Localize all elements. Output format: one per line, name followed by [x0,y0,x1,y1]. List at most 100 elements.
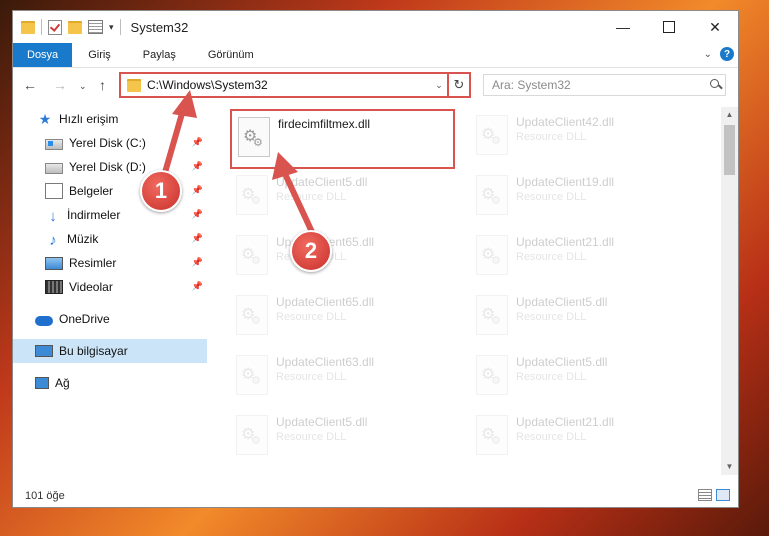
pin-icon[interactable]: 📌 [192,185,203,196]
sidebar-item-label: Müzik [67,232,99,246]
pictures-icon [45,256,63,270]
file-name: UpdateClient63.dll [276,355,375,369]
file-tile[interactable]: UpdateClient5.dll Resource DLL [470,289,695,349]
dll-file-icon [476,355,508,395]
file-tile[interactable]: UpdateClient19.dll Resource DLL [470,169,695,229]
file-tile[interactable]: UpdateClient65.dllResource DLL [230,289,455,349]
file-list: firdecimfiltmex.dll UpdateClient42.dll Re… [208,105,720,471]
file-tile-target[interactable]: firdecimfiltmex.dll [230,109,455,169]
window-title: System32 [130,19,189,35]
sidebar-item-downloads[interactable]: ↓ İndirmeler 📌 [13,203,207,227]
view-switcher [698,489,730,501]
pin-icon[interactable]: 📌 [192,257,203,268]
file-tile[interactable]: UpdateClient5.dll Resource DLL [470,349,695,409]
vertical-scrollbar[interactable]: ▲ ▼ [721,107,738,475]
file-tile[interactable]: UpdateClient5.dll Resource DLL [230,409,455,469]
scroll-down-icon[interactable]: ▼ [721,459,738,475]
chevron-down-icon[interactable]: ⌄ [431,80,447,91]
file-tile[interactable]: UpdateClient5.dll Resource DLL [230,169,455,229]
file-tile[interactable]: UpdateClient42.dll Resource DLL [470,109,695,169]
file-name: UpdateClient5.dll [516,295,608,309]
file-type: Resource DLL [516,251,587,263]
up-arrow-icon[interactable]: ↑ [99,77,106,93]
file-name: UpdateClient5.dll [276,415,368,429]
dll-file-icon [238,117,270,157]
dll-file-icon [476,175,508,215]
dll-file-icon [236,355,268,395]
sidebar-item-pictures[interactable]: Resimler 📌 [13,251,207,275]
tab-share[interactable]: Paylaş [127,43,192,67]
dll-file-icon [236,415,268,455]
navigation-pane: ★ Hızlı erişim Yerel Disk (C:) 📌 Yerel D… [13,107,207,467]
pin-icon[interactable]: 📌 [192,161,203,172]
tab-file[interactable]: Dosya [13,43,73,67]
file-name: UpdateClient21.dll [516,415,615,429]
sidebar-item-onedrive[interactable]: OneDrive [13,307,207,331]
sidebar-item-label: Yerel Disk (D:) [69,160,146,174]
file-tile[interactable]: UpdateClient63.dll Resource DLL [230,349,455,409]
sidebar-item-network[interactable]: Ağ [13,371,207,395]
search-input[interactable]: Ara: System32 [483,74,726,96]
new-folder-icon[interactable] [68,20,82,34]
sidebar-item-videos[interactable]: Videolar 📌 [13,275,207,299]
search-placeholder: Ara: System32 [492,78,571,92]
properties-check-icon[interactable] [48,19,62,35]
customize-toolbar-icon[interactable]: ▾ [109,22,114,33]
pin-icon[interactable]: 📌 [192,209,203,220]
ribbon-tabs: Dosya Giriş Paylaş Görünüm ⌄ ? [13,43,738,68]
large-icons-view-icon[interactable] [716,489,730,501]
tab-home[interactable]: Giriş [72,43,127,67]
file-name: UpdateClient65.dll [276,295,375,309]
sidebar-item-drive-d[interactable]: Yerel Disk (D:) 📌 [13,155,207,179]
maximize-button[interactable] [646,11,692,43]
minimize-button[interactable]: — [600,11,646,43]
file-tile[interactable]: UpdateClient21.dll Resource DLL [470,409,695,469]
address-row: ← → ⌄ ↑ C:\Windows\System32 ⌄ ↻ Ara: Sys… [13,71,738,101]
folder-icon [127,78,141,92]
sidebar-item-this-pc[interactable]: Bu bilgisayar [13,339,207,363]
file-name: firdecimfiltmex.dll [278,117,371,131]
pin-icon[interactable]: 📌 [192,137,203,148]
back-arrow-icon[interactable]: ← [23,77,37,93]
music-icon: ♪ [49,232,57,249]
forward-arrow-icon[interactable]: → [53,77,67,93]
scroll-up-icon[interactable]: ▲ [721,107,738,123]
sidebar-item-label: Ağ [55,376,70,390]
folder-icon [21,20,35,34]
search-icon[interactable] [707,77,725,93]
network-icon [35,377,49,389]
dll-file-icon [476,235,508,275]
expand-ribbon-icon[interactable]: ⌄ [704,49,712,60]
file-type: Resource DLL [276,371,347,383]
refresh-icon[interactable]: ↻ [447,74,469,96]
file-type: Resource DLL [276,191,347,203]
file-tile[interactable]: UpdateClient21.dll Resource DLL [470,229,695,289]
sidebar-item-quick-access[interactable]: ★ Hızlı erişim [13,107,207,131]
sidebar-item-label: Hızlı erişim [59,112,119,126]
sidebar-item-music[interactable]: ♪ Müzik 📌 [13,227,207,251]
details-view-icon[interactable] [698,489,712,501]
help-icon[interactable]: ? [720,47,734,61]
close-button[interactable]: ✕ [692,11,738,43]
file-type: Resource DLL [516,431,587,443]
pin-icon[interactable]: 📌 [192,281,203,292]
sidebar-item-label: OneDrive [59,312,110,326]
address-bar[interactable]: C:\Windows\System32 ⌄ ↻ [119,72,471,98]
sidebar-item-drive-c[interactable]: Yerel Disk (C:) 📌 [13,131,207,155]
toolbar-divider [41,19,42,35]
file-type: Resource DLL [276,431,347,443]
quick-access-toolbar: ▾ [21,19,121,35]
properties-icon[interactable] [88,20,103,34]
step-1-badge: 1 [140,170,182,212]
file-type: Resource DLL [516,191,587,203]
recent-locations-icon[interactable]: ⌄ [79,81,87,92]
tab-view[interactable]: Görünüm [192,43,270,67]
file-type: Resource DLL [516,131,587,143]
pin-icon[interactable]: 📌 [192,233,203,244]
file-tile[interactable]: UpdateClient65.dllResource DLL [230,229,455,289]
this-pc-icon [35,345,53,357]
scroll-thumb[interactable] [724,125,735,175]
address-path[interactable]: C:\Windows\System32 [147,78,431,92]
